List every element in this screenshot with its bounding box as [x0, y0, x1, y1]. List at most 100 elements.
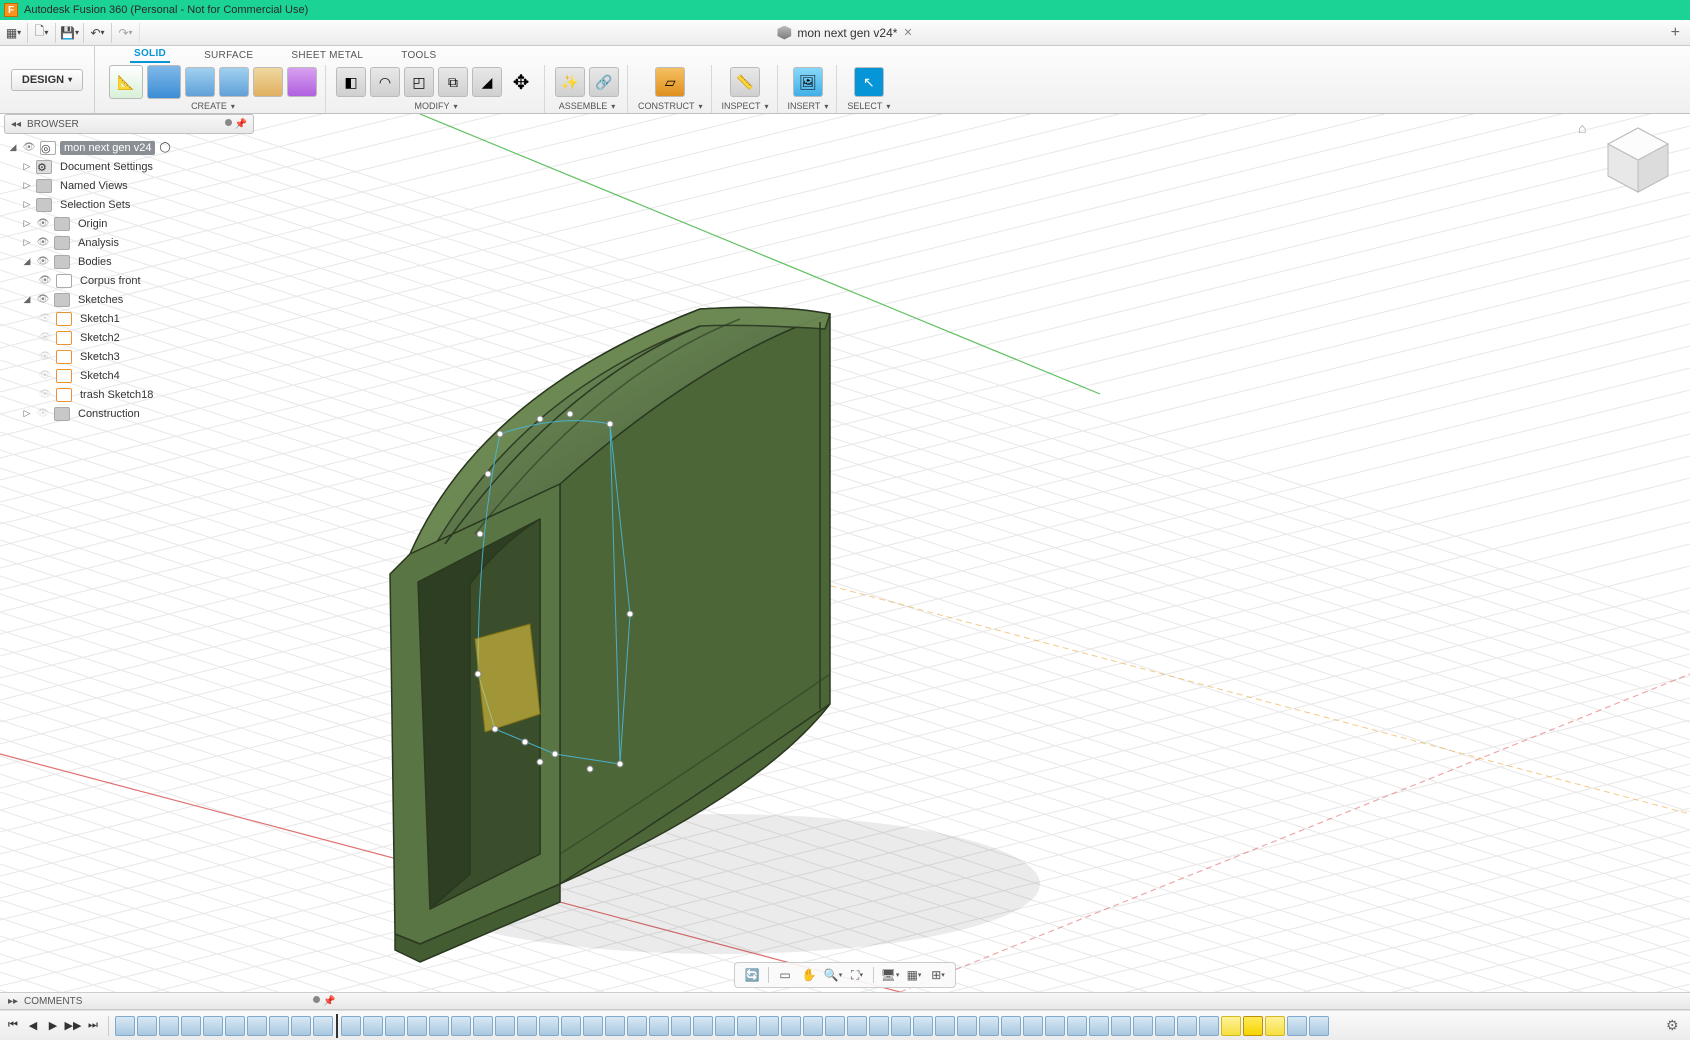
- timeline-feature[interactable]: [1133, 1016, 1153, 1036]
- tree-construction[interactable]: ▷👁Construction: [4, 404, 254, 423]
- timeline-feature[interactable]: [1309, 1016, 1329, 1036]
- timeline-feature[interactable]: [407, 1016, 427, 1036]
- timeline-back-button[interactable]: ◀: [24, 1017, 42, 1035]
- timeline-fwd-button[interactable]: ▶▶: [64, 1017, 82, 1035]
- save-button[interactable]: 💾▾: [62, 23, 84, 43]
- pin-icon[interactable]: 📌: [323, 996, 335, 1007]
- box-tool-icon[interactable]: [147, 65, 181, 99]
- timeline-feature[interactable]: [1089, 1016, 1109, 1036]
- expand-icon[interactable]: ▸▸: [8, 996, 18, 1007]
- timeline-feature[interactable]: [1177, 1016, 1197, 1036]
- timeline-feature[interactable]: [313, 1016, 333, 1036]
- tree-sketch1[interactable]: 👁Sketch1: [4, 309, 254, 328]
- timeline-feature[interactable]: [363, 1016, 383, 1036]
- combine-tool-icon[interactable]: ⧉: [438, 67, 468, 97]
- tree-root[interactable]: ◢👁 ◎ mon next gen v24 ◯: [4, 138, 254, 157]
- presspull-tool-icon[interactable]: ◧: [336, 67, 366, 97]
- view-cube[interactable]: ⌂: [1598, 120, 1678, 200]
- timeline-feature[interactable]: [649, 1016, 669, 1036]
- timeline-feature[interactable]: [341, 1016, 361, 1036]
- tree-selection-sets[interactable]: ▷Selection Sets: [4, 195, 254, 214]
- timeline-feature[interactable]: [803, 1016, 823, 1036]
- timeline-feature[interactable]: [583, 1016, 603, 1036]
- timeline-feature[interactable]: [1045, 1016, 1065, 1036]
- timeline-feature[interactable]: [847, 1016, 867, 1036]
- timeline-feature[interactable]: [979, 1016, 999, 1036]
- collapse-icon[interactable]: ◂◂: [11, 119, 21, 130]
- timeline-feature[interactable]: [203, 1016, 223, 1036]
- timeline-settings-button[interactable]: ⚙: [1666, 1017, 1686, 1034]
- timeline-feature[interactable]: [1221, 1016, 1241, 1036]
- select-tool-icon[interactable]: ↖: [854, 67, 884, 97]
- timeline-feature[interactable]: [1111, 1016, 1131, 1036]
- viewport-button[interactable]: ⊞▾: [927, 965, 949, 985]
- file-menu-button[interactable]: 🗋▾: [34, 23, 56, 43]
- tab-tools[interactable]: TOOLS: [397, 48, 440, 63]
- tree-analysis[interactable]: ▷👁Analysis: [4, 233, 254, 252]
- timeline-feature[interactable]: [1287, 1016, 1307, 1036]
- timeline-feature[interactable]: [539, 1016, 559, 1036]
- timeline-play-button[interactable]: ▶: [44, 1017, 62, 1035]
- timeline-feature[interactable]: [269, 1016, 289, 1036]
- tree-doc-settings[interactable]: ▷⚙Document Settings: [4, 157, 254, 176]
- timeline-feature[interactable]: [181, 1016, 201, 1036]
- tree-bodies[interactable]: ◢👁Bodies: [4, 252, 254, 271]
- timeline-feature[interactable]: [1243, 1016, 1263, 1036]
- timeline-feature[interactable]: [291, 1016, 311, 1036]
- timeline-feature[interactable]: [1001, 1016, 1021, 1036]
- pin-icon[interactable]: 📌: [235, 119, 247, 130]
- tree-body-corpus[interactable]: 👁Corpus front: [4, 271, 254, 290]
- revolve-tool-icon[interactable]: [219, 67, 249, 97]
- timeline-feature[interactable]: [1265, 1016, 1285, 1036]
- shell-tool-icon[interactable]: ◰: [404, 67, 434, 97]
- timeline-feature[interactable]: [1067, 1016, 1087, 1036]
- timeline-feature[interactable]: [781, 1016, 801, 1036]
- measure-tool-icon[interactable]: 📏: [730, 67, 760, 97]
- timeline-feature[interactable]: [913, 1016, 933, 1036]
- timeline-feature[interactable]: [247, 1016, 267, 1036]
- timeline-start-button[interactable]: ⏮: [4, 1017, 22, 1035]
- timeline-feature[interactable]: [115, 1016, 135, 1036]
- timeline-feature[interactable]: [1155, 1016, 1175, 1036]
- joint-tool-icon[interactable]: 🔗: [589, 67, 619, 97]
- tab-solid[interactable]: SOLID: [130, 46, 170, 63]
- timeline-feature[interactable]: [935, 1016, 955, 1036]
- form-tool-icon[interactable]: [287, 67, 317, 97]
- timeline-feature[interactable]: [159, 1016, 179, 1036]
- close-tab-icon[interactable]: ✕: [903, 26, 912, 39]
- tree-sketch4[interactable]: 👁Sketch4: [4, 366, 254, 385]
- modify-label[interactable]: MODIFY: [414, 99, 457, 113]
- app-menu-button[interactable]: ▦▾: [6, 23, 28, 43]
- timeline-feature[interactable]: [451, 1016, 471, 1036]
- fit-button[interactable]: ⛶▾: [846, 965, 868, 985]
- draft-tool-icon[interactable]: ◢: [472, 67, 502, 97]
- timeline-feature[interactable]: [957, 1016, 977, 1036]
- timeline-marker[interactable]: [336, 1014, 338, 1038]
- extrude-tool-icon[interactable]: [185, 67, 215, 97]
- timeline-feature[interactable]: [1199, 1016, 1219, 1036]
- timeline-feature[interactable]: [495, 1016, 515, 1036]
- timeline-feature[interactable]: [759, 1016, 779, 1036]
- timeline-feature[interactable]: [1023, 1016, 1043, 1036]
- timeline-feature[interactable]: [891, 1016, 911, 1036]
- insert-tool-icon[interactable]: 🖼: [793, 67, 823, 97]
- tree-sketches[interactable]: ◢👁Sketches: [4, 290, 254, 309]
- timeline-feature[interactable]: [605, 1016, 625, 1036]
- zoom-button[interactable]: 🔍▾: [822, 965, 844, 985]
- grid-button[interactable]: ▦▾: [903, 965, 925, 985]
- insert-label[interactable]: INSERT: [788, 99, 829, 113]
- timeline-feature[interactable]: [671, 1016, 691, 1036]
- workspace-switcher[interactable]: DESIGN▾: [0, 46, 95, 113]
- timeline-feature[interactable]: [627, 1016, 647, 1036]
- redo-button[interactable]: ↷▾: [118, 23, 140, 43]
- timeline-feature[interactable]: [517, 1016, 537, 1036]
- move-tool-icon[interactable]: ✥: [506, 67, 536, 97]
- tree-sketch3[interactable]: 👁Sketch3: [4, 347, 254, 366]
- sketch-tool-icon[interactable]: 📐: [109, 65, 143, 99]
- browser-header[interactable]: ◂◂ BROWSER 📌: [4, 114, 254, 134]
- timeline-feature[interactable]: [429, 1016, 449, 1036]
- plane-tool-icon[interactable]: ▱: [655, 67, 685, 97]
- new-component-icon[interactable]: ✨: [555, 67, 585, 97]
- tree-origin[interactable]: ▷👁Origin: [4, 214, 254, 233]
- timeline-feature[interactable]: [385, 1016, 405, 1036]
